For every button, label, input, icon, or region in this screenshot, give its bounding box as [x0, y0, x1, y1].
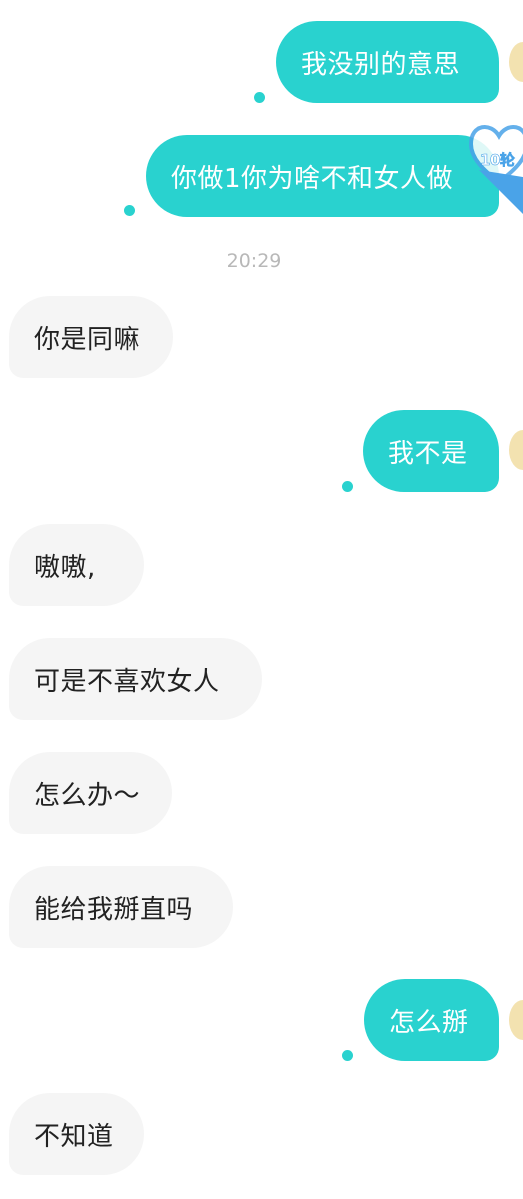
my-avatar[interactable]	[509, 42, 523, 82]
message-text: 你做1你为啥不和女人做	[171, 163, 454, 194]
message-text: 不知道	[34, 1121, 114, 1152]
message-text: 怎么办～	[34, 780, 141, 811]
incoming-message-bubble[interactable]: 可是不喜欢女人	[9, 638, 262, 720]
message-text: 能给我掰直吗	[34, 894, 194, 925]
chat-message-list[interactable]: 我没别的意思 你做1你为啥不和女人做 10轮 20:29 你是同嘛 我不是 嗷嗷…	[0, 0, 523, 1199]
outgoing-message-bubble[interactable]: 我不是	[363, 410, 499, 492]
message-timestamp: 20:29	[226, 250, 282, 272]
message-text: 你是同嘛	[34, 324, 141, 355]
message-text: 我没别的意思	[301, 49, 461, 80]
streak-badge-label: 10轮	[480, 151, 515, 170]
read-status-dot	[342, 481, 353, 492]
message-text: 可是不喜欢女人	[34, 666, 220, 697]
message-text: 我不是	[388, 438, 468, 469]
message-text: 怎么掰	[389, 1007, 469, 1038]
outgoing-message-bubble[interactable]: 你做1你为啥不和女人做	[146, 135, 499, 217]
read-status-dot	[342, 1050, 353, 1061]
my-avatar[interactable]	[509, 1000, 523, 1040]
message-text: 嗷嗷,	[34, 552, 96, 583]
incoming-message-bubble[interactable]: 不知道	[9, 1093, 144, 1175]
outgoing-message-bubble[interactable]: 怎么掰	[364, 979, 499, 1061]
incoming-message-bubble[interactable]: 嗷嗷,	[9, 524, 144, 606]
outgoing-message-bubble[interactable]: 我没别的意思	[276, 21, 499, 103]
read-status-dot	[254, 92, 265, 103]
read-status-dot	[124, 205, 135, 216]
incoming-message-bubble[interactable]: 怎么办～	[9, 752, 172, 834]
incoming-message-bubble[interactable]: 你是同嘛	[9, 296, 173, 378]
incoming-message-bubble[interactable]: 能给我掰直吗	[9, 866, 233, 948]
my-avatar[interactable]	[509, 430, 523, 470]
